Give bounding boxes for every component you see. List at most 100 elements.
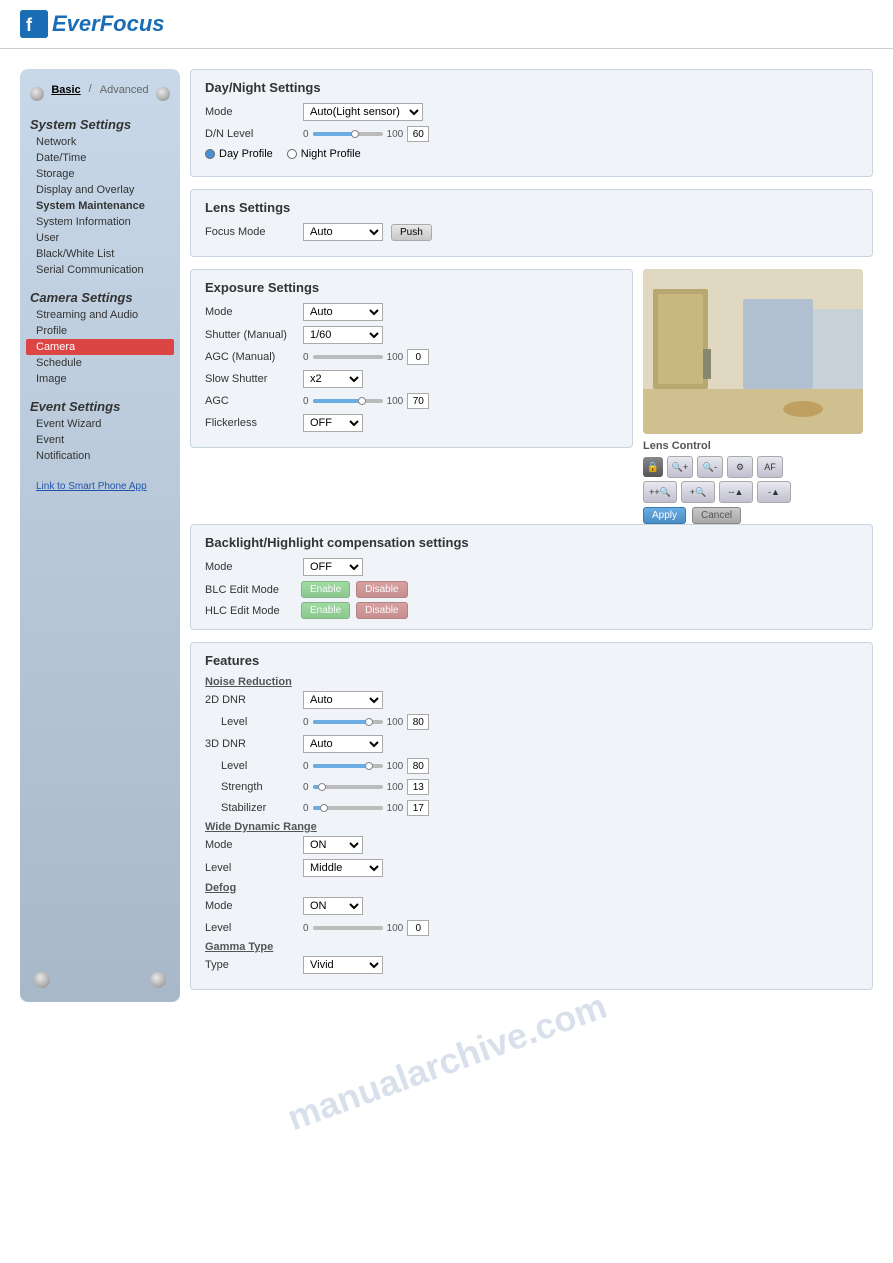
nav-display-overlay[interactable]: Display and Overlay	[20, 182, 180, 198]
auto-focus-btn[interactable]: AF	[757, 456, 783, 478]
level2d-label: Level	[205, 716, 295, 728]
nav-blackwhite[interactable]: Black/White List	[20, 246, 180, 262]
day-profile-radio[interactable]: Day Profile	[205, 148, 273, 160]
nav-user[interactable]: User	[20, 230, 180, 246]
content-area: Day/Night Settings Mode Auto(Light senso…	[190, 69, 873, 1002]
nav-system-maintenance[interactable]: System Maintenance	[20, 198, 180, 214]
logo-text: EverFocus	[52, 11, 165, 37]
defog-mode-select[interactable]: ON OFF	[303, 897, 363, 915]
smart-phone-link[interactable]: Link to Smart Phone App	[36, 481, 147, 492]
night-profile-circle	[287, 149, 297, 159]
blc-mode-select[interactable]: OFF BLC HLC	[303, 558, 363, 576]
wdr-title: Wide Dynamic Range	[205, 821, 858, 833]
nav-notification[interactable]: Notification	[20, 448, 180, 464]
push-button[interactable]: Push	[391, 224, 432, 241]
nav-serial[interactable]: Serial Communication	[20, 262, 180, 278]
zoom-in-btn[interactable]: 🔍+	[667, 456, 693, 478]
flickerless-label: Flickerless	[205, 417, 295, 429]
strength-min: 0	[303, 782, 309, 793]
dnr3d-select[interactable]: Auto OFF	[303, 735, 383, 753]
agc-manual-track[interactable]	[313, 355, 383, 359]
agc-manual-val[interactable]	[407, 349, 429, 365]
lens-btn-row1: 🔒 🔍+ 🔍- ⚙ AF	[643, 456, 873, 478]
hlc-disable-btn[interactable]: Disable	[356, 602, 407, 619]
blc-disable-btn[interactable]: Disable	[356, 581, 407, 598]
agc-manual-max: 100	[387, 352, 404, 363]
nav-storage[interactable]: Storage	[20, 166, 180, 182]
agc-min: 0	[303, 396, 309, 407]
defog-max: 100	[387, 923, 404, 934]
hlc-edit-label: HLC Edit Mode	[205, 605, 295, 617]
exp-mode-select[interactable]: Auto Manual	[303, 303, 383, 321]
tab-advanced[interactable]: Advanced	[96, 83, 153, 97]
dn-level-label: D/N Level	[205, 128, 295, 140]
level3d-val[interactable]	[407, 758, 429, 774]
stab-track[interactable]	[313, 806, 383, 810]
blc-title: Backlight/Highlight compensation setting…	[205, 535, 858, 550]
flickerless-row: Flickerless OFF 50Hz 60Hz	[205, 414, 618, 432]
zoom-in3-btn[interactable]: +🔍	[681, 481, 715, 503]
defog-title: Defog	[205, 882, 858, 894]
tab-basic[interactable]: Basic	[47, 83, 84, 97]
level2d-val[interactable]	[407, 714, 429, 730]
wdr-level-select[interactable]: Low Middle High	[303, 859, 383, 877]
blc-enable-btn[interactable]: Enable	[301, 581, 350, 598]
focus-btn[interactable]: ⚙	[727, 456, 753, 478]
lens-lock-btn[interactable]: 🔒	[643, 457, 663, 477]
level2d-track[interactable]	[313, 720, 383, 724]
strength-label: Strength	[205, 781, 295, 793]
zoom-out3-btn[interactable]: -▲	[757, 481, 791, 503]
nav-event-wizard[interactable]: Event Wizard	[20, 416, 180, 432]
lens-title: Lens Settings	[205, 200, 858, 215]
dnr2d-select[interactable]: Auto OFF	[303, 691, 383, 709]
agc-track[interactable]	[313, 399, 383, 403]
nav-network[interactable]: Network	[20, 134, 180, 150]
night-profile-label: Night Profile	[301, 148, 361, 160]
daynight-mode-select[interactable]: Auto(Light sensor) Day Night Schedule	[303, 103, 423, 121]
nav-profile[interactable]: Profile	[20, 323, 180, 339]
zoom-out2-btn[interactable]: --▲	[719, 481, 753, 503]
stab-val[interactable]	[407, 800, 429, 816]
dn-level-val[interactable]	[407, 126, 429, 142]
wdr-mode-select[interactable]: ON OFF	[303, 836, 363, 854]
nav-schedule[interactable]: Schedule	[20, 355, 180, 371]
nav-event[interactable]: Event	[20, 432, 180, 448]
dn-level-track[interactable]	[313, 132, 383, 136]
level3d-track[interactable]	[313, 764, 383, 768]
camera-section-title: Camera Settings	[20, 286, 180, 307]
stabilizer-slider: 0 100	[303, 800, 429, 816]
focus-mode-select[interactable]: Auto Manual One Push	[303, 223, 383, 241]
nav-camera[interactable]: Camera	[26, 339, 174, 355]
flickerless-select[interactable]: OFF 50Hz 60Hz	[303, 414, 363, 432]
level2d-min: 0	[303, 717, 309, 728]
daynight-mode-label: Mode	[205, 106, 295, 118]
defog-track[interactable]	[313, 926, 383, 930]
cancel-button[interactable]: Cancel	[692, 507, 741, 524]
tab-sep: /	[89, 83, 92, 97]
slow-shutter-select[interactable]: x2 OFF	[303, 370, 363, 388]
stab-max: 100	[387, 803, 404, 814]
shutter-select[interactable]: 1/60 1/30 1/120	[303, 326, 383, 344]
wdr-level-row: Level Low Middle High	[205, 859, 858, 877]
profile-radio-group: Day Profile Night Profile	[205, 148, 858, 160]
agc-val[interactable]	[407, 393, 429, 409]
hlc-enable-btn[interactable]: Enable	[301, 602, 350, 619]
sidebar-header: Basic / Advanced	[20, 79, 180, 113]
nav-streaming[interactable]: Streaming and Audio	[20, 307, 180, 323]
dn-level-row: D/N Level 0 100	[205, 126, 858, 142]
defog-val[interactable]	[407, 920, 429, 936]
defog-mode-label: Mode	[205, 900, 295, 912]
gamma-type-select[interactable]: Vivid Normal Black & White	[303, 956, 383, 974]
apply-button[interactable]: Apply	[643, 507, 686, 524]
stabilizer-row: Stabilizer 0 100	[205, 800, 858, 816]
exposure-section: Exposure Settings Mode Auto Manual Shutt…	[190, 269, 633, 448]
nav-system-info[interactable]: System Information	[20, 214, 180, 230]
nav-datetime[interactable]: Date/Time	[20, 150, 180, 166]
nav-image[interactable]: Image	[20, 371, 180, 387]
zoom-out-btn[interactable]: 🔍-	[697, 456, 723, 478]
zoom-in2-btn[interactable]: ++🔍	[643, 481, 677, 503]
strength-track[interactable]	[313, 785, 383, 789]
strength-val[interactable]	[407, 779, 429, 795]
lens-control-area: Lens Control 🔒 🔍+ 🔍- ⚙ AF ++🔍 +🔍 --▲ -▲	[643, 440, 873, 524]
night-profile-radio[interactable]: Night Profile	[287, 148, 361, 160]
